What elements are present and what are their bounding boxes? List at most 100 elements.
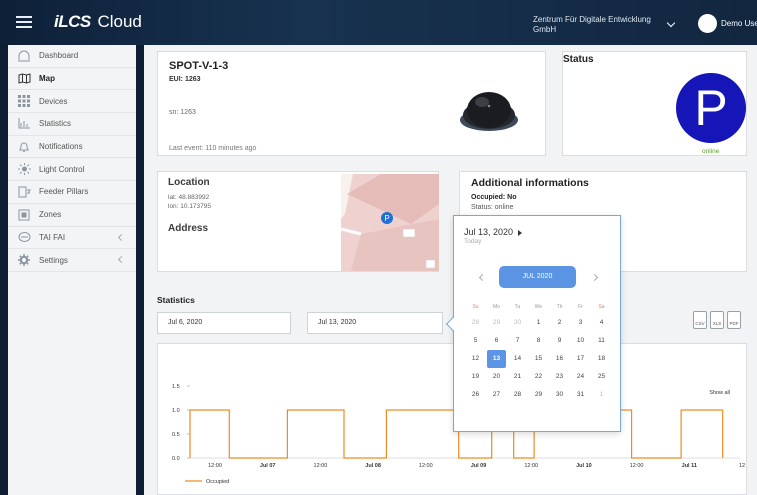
csv-export-icon[interactable]: CSV [693,311,707,329]
org-name-line1: Zentrum Für Digitale Entwicklung [533,15,651,24]
map-icon [17,73,31,85]
sidebar-item-zones[interactable]: Zones [8,204,136,227]
menu-icon[interactable] [16,13,32,31]
calendar-day[interactable]: 2 [549,314,570,332]
calendar-day[interactable]: 12 [465,350,486,368]
calendar-day[interactable]: 22 [528,368,549,386]
taifai-icon [17,231,31,243]
pdf-export-icon[interactable]: PDF [727,311,741,329]
calendar-day[interactable]: 29 [486,314,507,332]
sidebar-item-light-control[interactable]: Light Control [8,158,136,182]
weekday-label: Th [556,304,563,310]
brand-logo[interactable]: iLCS Cloud [54,12,142,32]
calendar-day[interactable]: 7 [507,332,528,350]
x-tick-label: 12:00 [314,463,328,469]
caret-right-icon [518,229,523,236]
calendar-day[interactable]: 19 [465,368,486,386]
calendar-day[interactable]: 18 [591,350,612,368]
previous-month-icon[interactable] [478,273,487,282]
device-title: SPOT-V-1-3 [169,60,229,72]
device-eui: EUI: 1263 [169,76,201,83]
calendar-day[interactable]: 10 [570,332,591,350]
location-map[interactable]: P [341,174,439,271]
date-from-input[interactable]: Jul 6, 2020 [157,312,291,334]
sidebar-item-label: Dashboard [39,51,79,61]
calendar-day[interactable]: 17 [570,350,591,368]
calendar-day[interactable]: 27 [486,386,507,404]
calendar-day[interactable]: 1 [528,314,549,332]
sidebar-item-label: Feeder Pillars [39,187,89,197]
calendar-day[interactable]: 30 [507,314,528,332]
sidebar: Dashboard Map Devices Statistics Notific… [8,45,136,495]
date-to-input[interactable]: Jul 13, 2020 [307,312,443,334]
gear-icon [17,254,31,267]
sidebar-item-label: Statistics [39,119,72,129]
export-toolbar: CSV XLS PDF [693,311,741,329]
calendar-day[interactable]: 15 [528,350,549,368]
y-tick-label: 0.0 [172,456,180,462]
sidebar-item-dashboard[interactable]: Dashboard [8,45,136,68]
weekday-label: Tu [514,304,521,310]
calendar-day[interactable]: 13 [487,350,506,368]
sidebar-item-label: Devices [39,96,68,106]
calendar-grid: Su Mo Tu We Th Fr Sa 28 29 30 1 2 3 4 5 6 7 8 9 10 11 12 13 14 1… [465,304,612,404]
datepicker-header[interactable]: Jul 13, 2020 [464,227,523,237]
calendar-day[interactable]: 28 [507,386,528,404]
sidebar-item-map[interactable]: Map [8,68,136,91]
y-tick-label: 1.0 [172,408,180,414]
calendar-day[interactable]: 21 [507,368,528,386]
x-tick-label: Jul 09 [471,463,487,469]
username[interactable]: Demo User [721,19,757,28]
calendar-day[interactable]: 9 [549,332,570,350]
calendar-day[interactable]: 26 [465,386,486,404]
month-selector[interactable]: JUL 2020 [499,266,576,288]
xls-export-icon[interactable]: XLS [710,311,724,329]
calendar-day[interactable]: 6 [486,332,507,350]
sidebar-item-devices[interactable]: Devices [8,90,136,114]
location-title: Location [168,177,210,188]
calendar-day[interactable]: 1 [591,386,612,404]
calendar-day[interactable]: 16 [549,350,570,368]
sidebar-item-notifications[interactable]: Notifications [8,136,136,159]
calendar-day[interactable]: 24 [570,368,591,386]
additional-info-title: Additional informations [471,177,589,189]
sidebar-item-statistics[interactable]: Statistics [8,113,136,136]
calendar-day[interactable]: 20 [486,368,507,386]
sidebar-item-tai-fai[interactable]: TAI FAI [8,227,136,250]
device-card: SPOT-V-1-3 EUI: 1263 sn: 1263 Last event… [157,51,546,156]
longitude: lon: 10.173795 [168,203,212,210]
calendar-day[interactable]: 25 [591,368,612,386]
calendar-day[interactable]: 4 [591,314,612,332]
legend-label: Occupied [206,479,229,485]
organization-selector[interactable]: Zentrum Für Digitale Entwicklung GmbH [533,15,658,35]
calendar-day[interactable]: 5 [465,332,486,350]
statistics-icon [17,118,31,130]
sidebar-item-settings[interactable]: Settings [8,249,136,272]
status-value: Status: online [471,204,514,211]
calendar-day[interactable]: 28 [465,314,486,332]
calendar-day[interactable]: 30 [549,386,570,404]
y-tick-label: 0.5 [172,432,180,438]
latitude: lat: 48.883992 [168,194,210,201]
calendar-day[interactable]: 31 [570,386,591,404]
calendar-day[interactable]: 29 [528,386,549,404]
weekday-label: Sa [598,304,605,310]
sidebar-item-label: Notifications [39,142,83,152]
sidebar-item-label: Zones [39,210,62,220]
x-tick-label: 12:00 [208,463,222,469]
calendar-day[interactable]: 14 [507,350,528,368]
avatar[interactable] [698,14,717,33]
show-all-button: Show all [709,390,730,396]
calendar-day[interactable]: 23 [549,368,570,386]
occupied-value: Occupied: No [471,194,517,201]
sidebar-item-feeder-pillars[interactable]: Feeder Pillars [8,181,136,204]
device-serial: sn: 1263 [169,109,196,116]
weekday-label: We [534,304,543,310]
chevron-down-icon[interactable] [666,18,676,28]
next-month-icon[interactable] [590,273,599,282]
calendar-day[interactable]: 11 [591,332,612,350]
calendar-day[interactable]: 3 [570,314,591,332]
today-link[interactable]: Today [464,238,481,245]
datepicker-popup: Jul 13, 2020 Today JUL 2020 Su Mo Tu We Th Fr… [445,215,621,432]
calendar-day[interactable]: 8 [528,332,549,350]
